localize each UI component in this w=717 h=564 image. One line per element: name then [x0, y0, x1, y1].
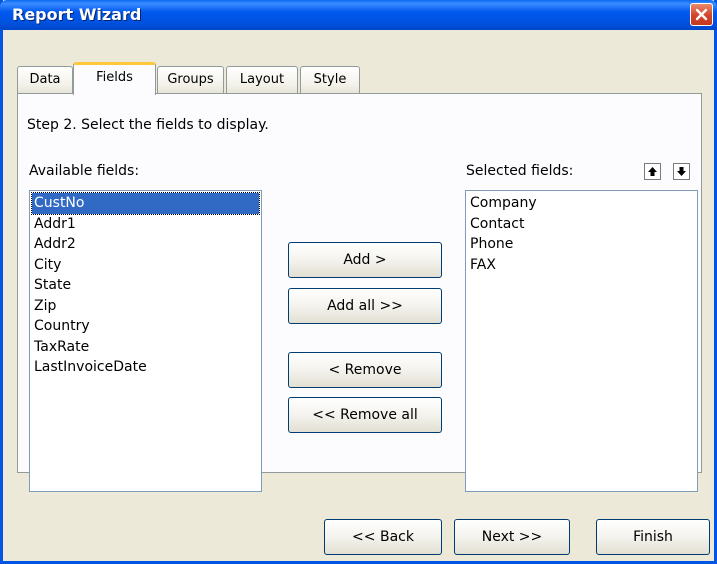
title-bar: Report Wizard: [0, 0, 717, 30]
close-icon: [695, 8, 708, 21]
selected-field-item[interactable]: Phone: [468, 234, 695, 255]
step-instruction: Step 2. Select the fields to display.: [27, 117, 269, 133]
back-button[interactable]: << Back: [324, 519, 442, 555]
finish-button[interactable]: Finish: [596, 519, 710, 555]
available-fields-list[interactable]: CustNo Addr1 Addr2 City State Zip Countr…: [29, 190, 262, 492]
available-field-item[interactable]: Zip: [32, 296, 259, 317]
tab-data[interactable]: Data: [17, 66, 73, 93]
available-field-item[interactable]: Addr1: [32, 214, 259, 235]
close-button[interactable]: [690, 3, 713, 26]
move-down-button[interactable]: [673, 163, 690, 180]
selected-fields-label: Selected fields:: [466, 163, 574, 179]
arrow-down-icon: [677, 167, 686, 176]
arrow-up-icon: [648, 167, 657, 176]
available-fields-label: Available fields:: [29, 163, 140, 179]
available-field-item[interactable]: Country: [32, 316, 259, 337]
selected-field-item[interactable]: FAX: [468, 255, 695, 276]
available-field-item[interactable]: City: [32, 255, 259, 276]
remove-all-button[interactable]: << Remove all: [288, 397, 442, 433]
available-field-item[interactable]: State: [32, 275, 259, 296]
add-button[interactable]: Add >: [288, 242, 442, 278]
tab-style[interactable]: Style: [300, 66, 360, 93]
tab-fields[interactable]: Fields: [73, 62, 156, 95]
selected-field-item[interactable]: Company: [468, 193, 695, 214]
tab-groups[interactable]: Groups: [157, 66, 224, 93]
available-field-item[interactable]: TaxRate: [32, 337, 259, 358]
move-up-button[interactable]: [644, 163, 661, 180]
next-button[interactable]: Next >>: [454, 519, 570, 555]
available-field-item[interactable]: LastInvoiceDate: [32, 357, 259, 378]
available-field-item[interactable]: CustNo: [31, 192, 260, 215]
selected-fields-list[interactable]: Company Contact Phone FAX: [465, 190, 698, 492]
add-all-button[interactable]: Add all >>: [288, 288, 442, 324]
remove-button[interactable]: < Remove: [288, 352, 442, 388]
available-field-item[interactable]: Addr2: [32, 234, 259, 255]
selected-field-item[interactable]: Contact: [468, 214, 695, 235]
tab-layout[interactable]: Layout: [226, 66, 298, 93]
window-title: Report Wizard: [12, 5, 142, 24]
